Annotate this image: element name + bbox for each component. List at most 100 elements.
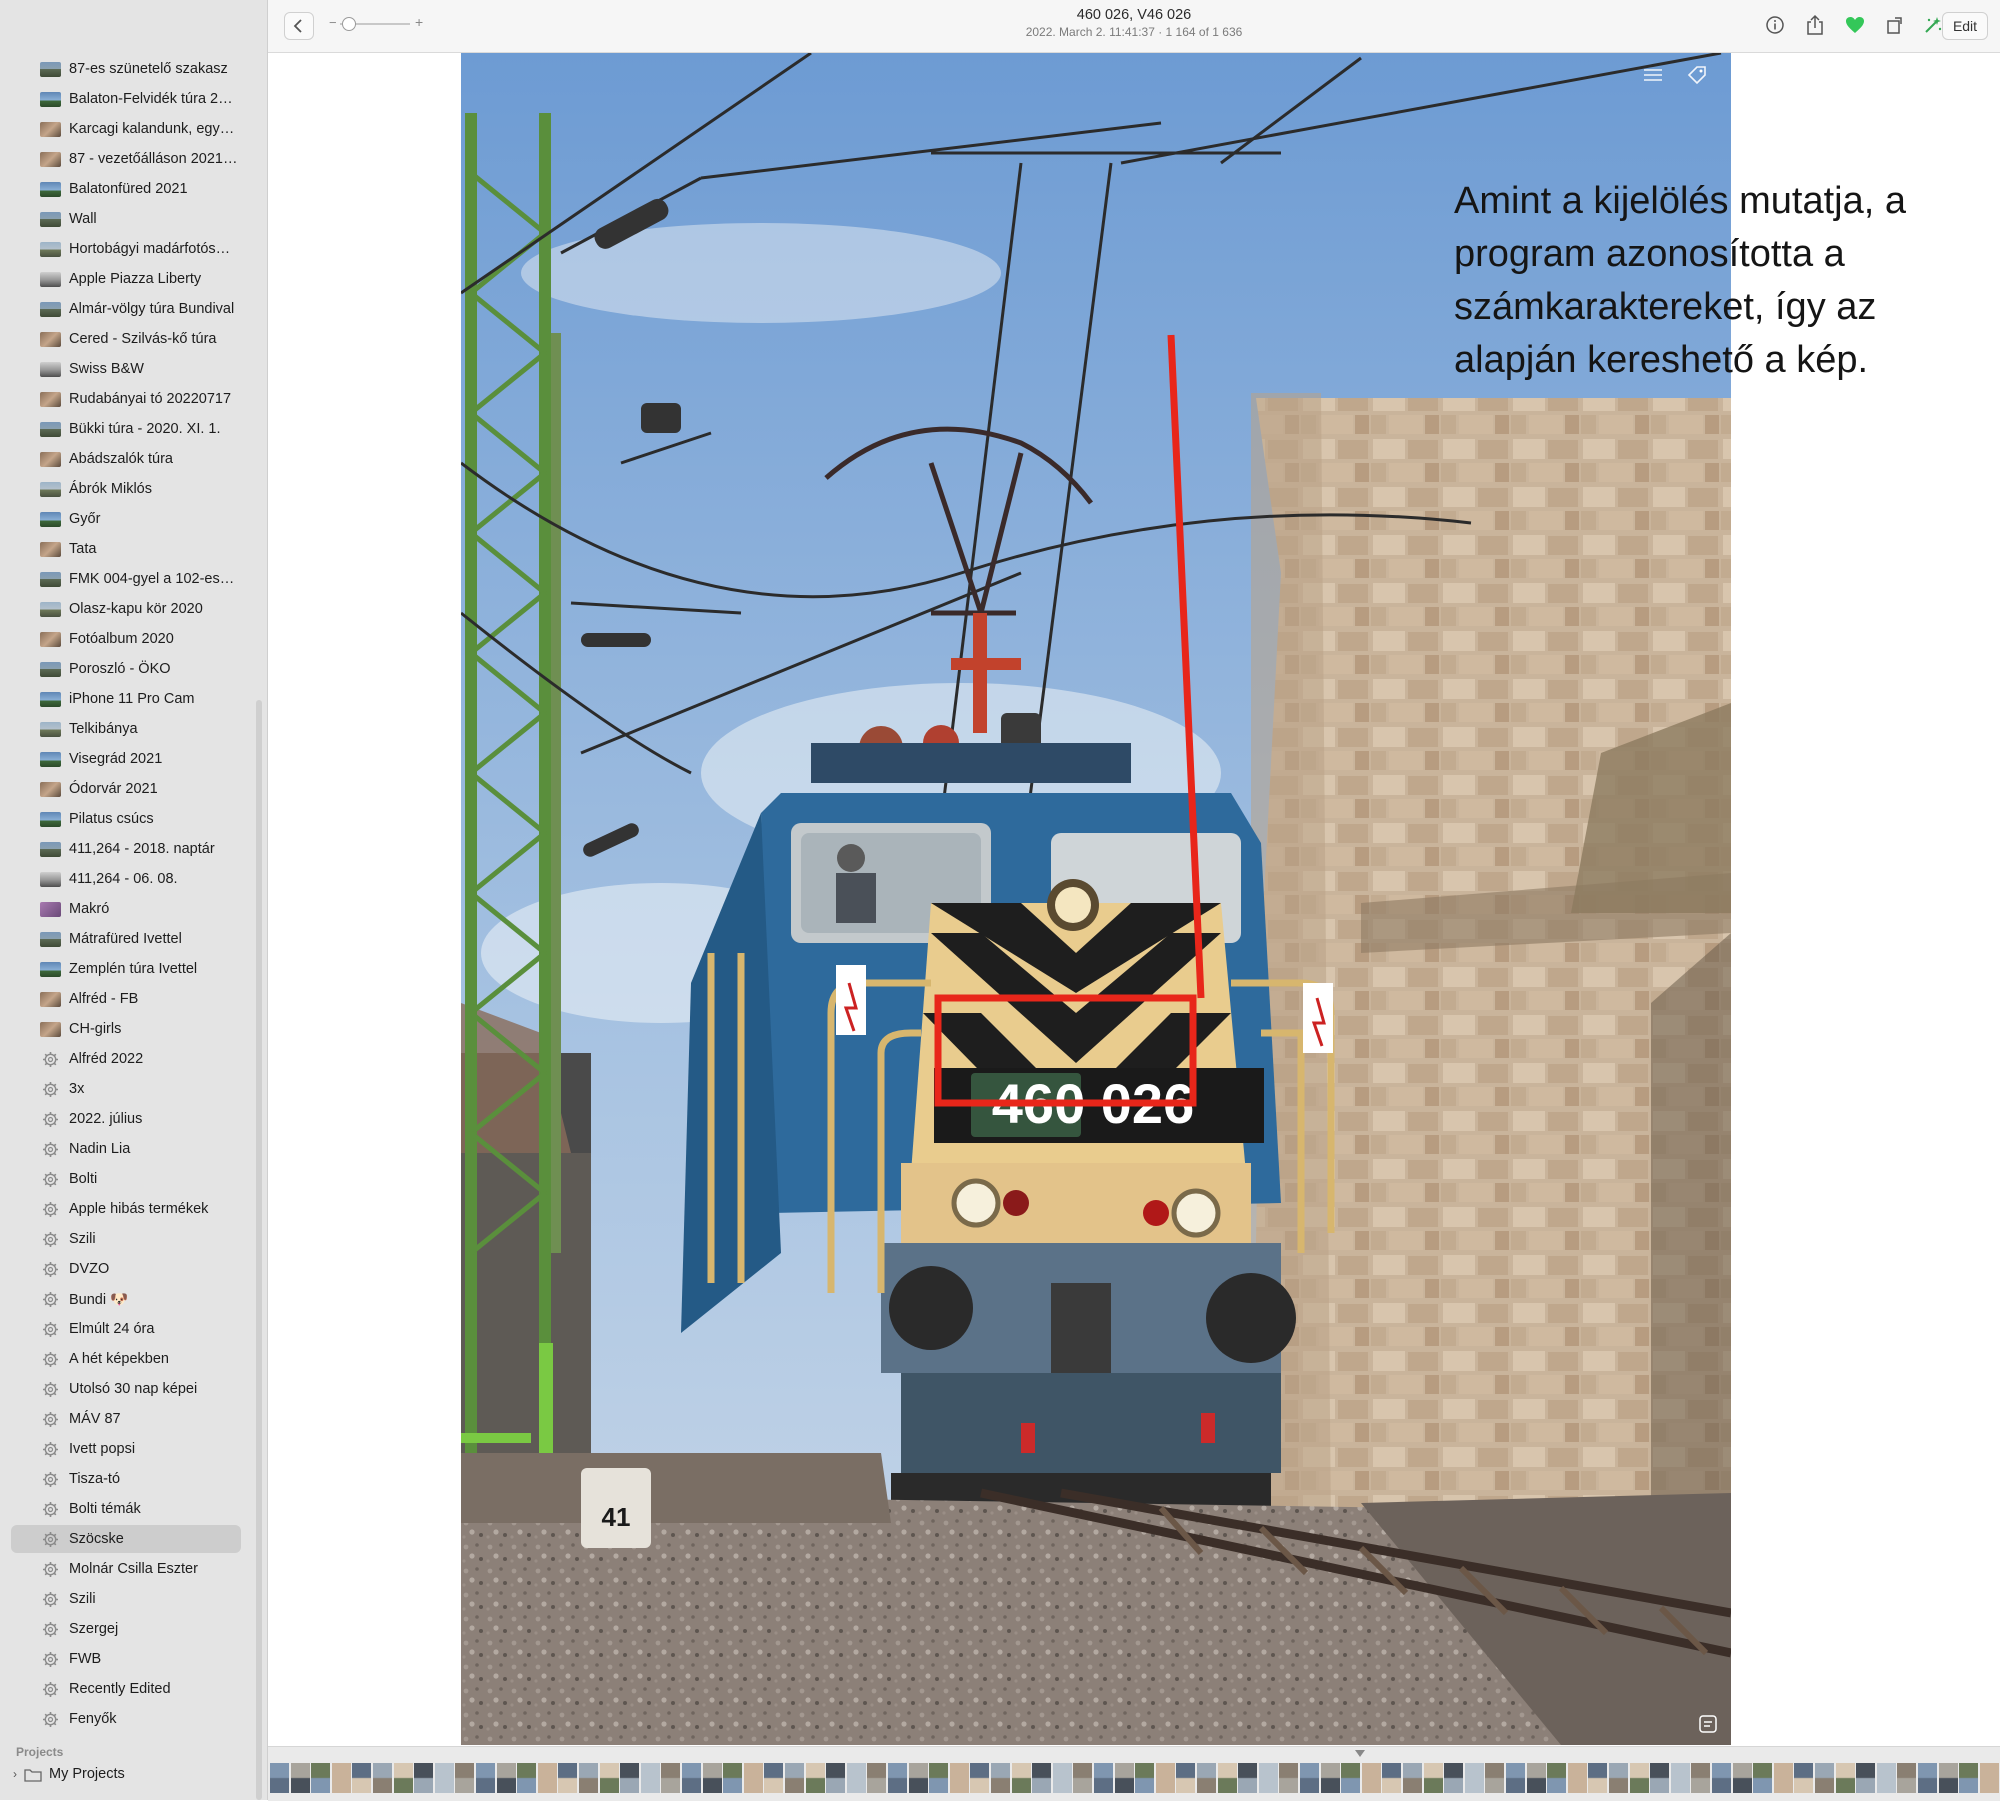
filmstrip-thumbnail[interactable] — [1567, 1763, 1587, 1793]
sidebar-item[interactable]: Szöcske — [11, 1525, 241, 1553]
sidebar-item[interactable]: Bolti témák — [11, 1495, 241, 1523]
sidebar-item[interactable]: Győr — [11, 505, 241, 533]
sidebar-item[interactable]: Bükki túra - 2020. XI. 1. — [11, 415, 241, 443]
share-button[interactable] — [1800, 11, 1830, 39]
filmstrip-thumbnail[interactable] — [1052, 1763, 1072, 1793]
sidebar-item[interactable]: A hét képekben — [11, 1345, 241, 1373]
filmstrip-thumbnail[interactable] — [599, 1763, 619, 1793]
filmstrip-thumbnail[interactable] — [1403, 1763, 1422, 1793]
filmstrip-thumbnail[interactable] — [949, 1763, 969, 1793]
filmstrip-thumbnail[interactable] — [1300, 1763, 1319, 1793]
filmstrip-thumbnail[interactable] — [661, 1763, 681, 1793]
filmstrip-thumbnail[interactable] — [1835, 1763, 1855, 1793]
filmstrip-thumbnail[interactable] — [434, 1763, 454, 1793]
filmstrip-thumbnail[interactable] — [455, 1763, 475, 1793]
filmstrip-thumbnail[interactable] — [1588, 1763, 1608, 1793]
filmstrip-thumbnail[interactable] — [1320, 1763, 1340, 1793]
filmstrip-thumbnail[interactable] — [1670, 1763, 1690, 1793]
filmstrip-thumbnail[interactable] — [888, 1763, 907, 1793]
sidebar-item-my-projects[interactable]: › My Projects — [13, 1766, 125, 1782]
filmstrip-thumbnail[interactable] — [702, 1763, 722, 1793]
photo-viewer[interactable]: 460 026 41 Amint a kijelölés mutatja, a … — [268, 53, 2000, 1745]
sidebar-item[interactable]: Tata — [11, 535, 241, 563]
filmstrip-thumbnail[interactable] — [414, 1763, 434, 1793]
filmstrip-thumbnail[interactable] — [991, 1763, 1010, 1793]
filmstrip-thumbnail[interactable] — [1238, 1763, 1258, 1793]
filmstrip-thumbnail[interactable] — [805, 1763, 825, 1793]
info-button[interactable] — [1760, 11, 1790, 39]
sidebar-item[interactable]: FMK 004-gyel a 102-es… — [11, 565, 241, 593]
sidebar-item[interactable]: Visegrád 2021 — [11, 745, 241, 773]
zoom-slider[interactable]: − + — [326, 14, 426, 34]
sidebar-item[interactable]: Ivett popsi — [11, 1435, 241, 1463]
tag-icon[interactable] — [1687, 65, 1707, 85]
filmstrip-thumbnail[interactable] — [1815, 1763, 1834, 1793]
filmstrip-thumbnail[interactable] — [290, 1763, 310, 1793]
sidebar-item[interactable]: Makró — [11, 895, 241, 923]
filmstrip-thumbnail[interactable] — [1856, 1763, 1876, 1793]
filmstrip-thumbnail[interactable] — [929, 1763, 949, 1793]
filmstrip-thumbnail[interactable] — [1032, 1763, 1052, 1793]
filmstrip-thumbnail[interactable] — [1959, 1763, 1979, 1793]
sidebar-item[interactable]: Apple hibás termékek — [11, 1195, 241, 1223]
filmstrip-thumbnail[interactable] — [826, 1763, 846, 1793]
filmstrip-thumbnail[interactable] — [620, 1763, 640, 1793]
filmstrip-thumbnail[interactable] — [352, 1763, 372, 1793]
filmstrip-thumbnail[interactable] — [867, 1763, 887, 1793]
sidebar-item[interactable]: 87 - vezetőálláson 2021… — [11, 145, 241, 173]
filmstrip-thumbnail[interactable] — [373, 1763, 392, 1793]
filmstrip-thumbnail[interactable] — [1876, 1763, 1896, 1793]
filmstrip-thumbnail[interactable] — [1732, 1763, 1752, 1793]
sidebar-item[interactable]: Hortobágyi madárfotós… — [11, 235, 241, 263]
filmstrip-thumbnail[interactable] — [1361, 1763, 1381, 1793]
sidebar-item[interactable]: Mátrafüred Ivettel — [11, 925, 241, 953]
filmstrip-thumbnail[interactable] — [1691, 1763, 1711, 1793]
filmstrip-thumbnail[interactable] — [1526, 1763, 1546, 1793]
filmstrip-thumbnail[interactable] — [764, 1763, 784, 1793]
filmstrip-thumbnail[interactable] — [846, 1763, 866, 1793]
filmstrip-thumbnail[interactable] — [558, 1763, 578, 1793]
filmstrip-thumbnail[interactable] — [1650, 1763, 1670, 1793]
filmstrip-thumbnail[interactable] — [1382, 1763, 1402, 1793]
filmstrip-thumbnail[interactable] — [1135, 1763, 1155, 1793]
sidebar-item[interactable]: Alfréd 2022 — [11, 1045, 241, 1073]
filmstrip-thumbnail[interactable] — [496, 1763, 516, 1793]
filmstrip-thumbnail[interactable] — [1444, 1763, 1464, 1793]
sidebar-item[interactable]: Zemplén túra Ivettel — [11, 955, 241, 983]
filmstrip-thumbnail[interactable] — [640, 1763, 660, 1793]
favorite-button[interactable] — [1840, 11, 1870, 39]
sidebar-item[interactable]: 411,264 - 06. 08. — [11, 865, 241, 893]
sidebar-item[interactable]: iPhone 11 Pro Cam — [11, 685, 241, 713]
filmstrip-thumbnail[interactable] — [1547, 1763, 1567, 1793]
filmstrip-thumbnail[interactable] — [1258, 1763, 1278, 1793]
sidebar-item[interactable]: Balatonfüred 2021 — [11, 175, 241, 203]
filmstrip-thumbnail[interactable] — [1979, 1763, 1999, 1793]
filmstrip-thumbnail[interactable] — [517, 1763, 537, 1793]
filmstrip-thumbnail[interactable] — [1794, 1763, 1814, 1793]
sidebar-item[interactable]: Abádszalók túra — [11, 445, 241, 473]
sidebar-item[interactable]: FWB — [11, 1645, 241, 1673]
filmstrip-thumbnail[interactable] — [1155, 1763, 1175, 1793]
sidebar-item[interactable]: Recently Edited — [11, 1675, 241, 1703]
back-button[interactable] — [284, 12, 314, 40]
sidebar-item[interactable]: Fotóalbum 2020 — [11, 625, 241, 653]
sidebar-item[interactable]: Alfréd - FB — [11, 985, 241, 1013]
filmstrip-thumbnail[interactable] — [1485, 1763, 1505, 1793]
sidebar-item[interactable]: DVZO — [11, 1255, 241, 1283]
sidebar-item[interactable]: Ábrók Miklós — [11, 475, 241, 503]
filmstrip-thumbnail[interactable] — [1073, 1763, 1093, 1793]
rotate-button[interactable] — [1880, 11, 1910, 39]
filmstrip-thumbnail[interactable] — [1279, 1763, 1299, 1793]
filmstrip-thumbnail[interactable] — [1609, 1763, 1628, 1793]
sidebar-item[interactable]: Elmúlt 24 óra — [11, 1315, 241, 1343]
disclosure-chevron-icon[interactable]: › — [13, 1767, 17, 1781]
filmstrip-thumbnail[interactable] — [785, 1763, 804, 1793]
sidebar-item[interactable]: Olasz-kapu kör 2020 — [11, 595, 241, 623]
filmstrip-thumbnail[interactable] — [908, 1763, 928, 1793]
filmstrip-thumbnail[interactable] — [1773, 1763, 1793, 1793]
filmstrip-thumbnail[interactable] — [1114, 1763, 1134, 1793]
sidebar-item[interactable]: Apple Piazza Liberty — [11, 265, 241, 293]
filmstrip-thumbnail[interactable] — [579, 1763, 598, 1793]
sidebar-item[interactable]: Nadin Lia — [11, 1135, 241, 1163]
sidebar-item[interactable]: Balaton-Felvidék túra 2… — [11, 85, 241, 113]
